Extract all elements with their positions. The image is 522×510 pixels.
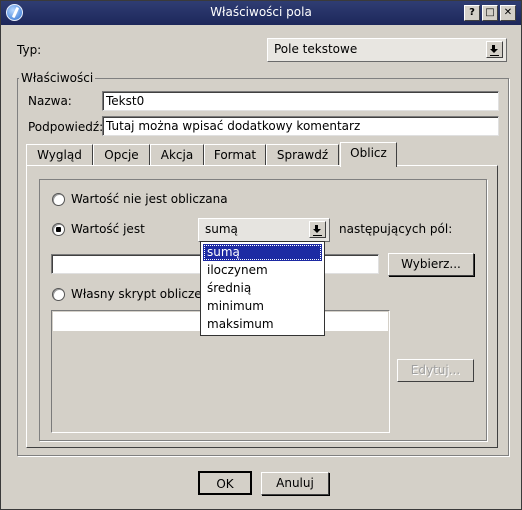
window-title: Właściwości pola <box>210 5 312 19</box>
title-bar[interactable]: Właściwości pola ? □ ✕ <box>1 1 521 25</box>
dropdown-option-minimum[interactable]: minimum <box>203 298 322 315</box>
maximize-button[interactable]: □ <box>482 5 498 21</box>
radio-not-calculated[interactable] <box>52 193 65 206</box>
tab-oblicz[interactable]: Oblicz <box>340 142 397 167</box>
dropdown-option-iloczynem[interactable]: iloczynem <box>203 262 322 279</box>
dropdown-option-suma[interactable]: sumą <box>203 244 322 261</box>
tab-sprawdz[interactable]: Sprawdź <box>266 144 339 166</box>
dropdown-option-maksimum[interactable]: maksimum <box>203 316 322 333</box>
tab-akcja[interactable]: Akcja <box>150 144 204 166</box>
tab-opcje[interactable]: Opcje <box>93 144 150 166</box>
radio-not-calculated-label: Wartość nie jest obliczana <box>71 192 228 206</box>
help-button[interactable]: ? <box>464 5 480 21</box>
hint-label: Podpowiedź: <box>28 120 104 134</box>
choose-button[interactable]: Wybierz... <box>388 253 474 276</box>
function-combo-value: sumą <box>205 222 238 236</box>
type-label: Typ: <box>17 43 42 57</box>
cancel-button[interactable]: Anuluj <box>261 472 329 495</box>
function-combo[interactable]: sumą <box>198 218 330 242</box>
ok-button[interactable]: OK <box>198 471 252 495</box>
radio-calculated[interactable] <box>52 223 65 236</box>
type-combo-value: Pole tekstowe <box>274 42 358 56</box>
dialog-window: Właściwości pola ? □ ✕ Typ: Pole tekstow… <box>0 0 522 510</box>
chevron-down-icon[interactable] <box>486 41 503 58</box>
type-combo[interactable]: Pole tekstowe <box>267 38 507 62</box>
hint-input[interactable]: Tutaj można wpisać dodatkowy komentarz <box>102 116 499 136</box>
radio-custom-script-label: Własny skrypt obliczeni <box>71 287 213 301</box>
radio-calculated-label: Wartość jest <box>71 222 145 236</box>
name-label: Nazwa: <box>28 94 72 108</box>
chevron-down-icon[interactable] <box>309 221 326 238</box>
edit-button[interactable]: Edytuj... <box>397 359 474 382</box>
dropdown-option-srednia[interactable]: średnią <box>203 280 322 297</box>
function-dropdown-list[interactable]: sumą iloczynem średnią minimum maksimum <box>200 241 325 336</box>
radio-custom-script[interactable] <box>52 288 65 301</box>
close-button[interactable]: ✕ <box>500 5 516 21</box>
name-input[interactable]: Tekst0 <box>102 91 499 111</box>
tab-wyglad[interactable]: Wygląd <box>26 144 93 166</box>
following-fields-label: następujących pól: <box>339 222 453 236</box>
tab-format[interactable]: Format <box>204 144 266 166</box>
properties-group-title: Właściwości <box>19 71 96 85</box>
